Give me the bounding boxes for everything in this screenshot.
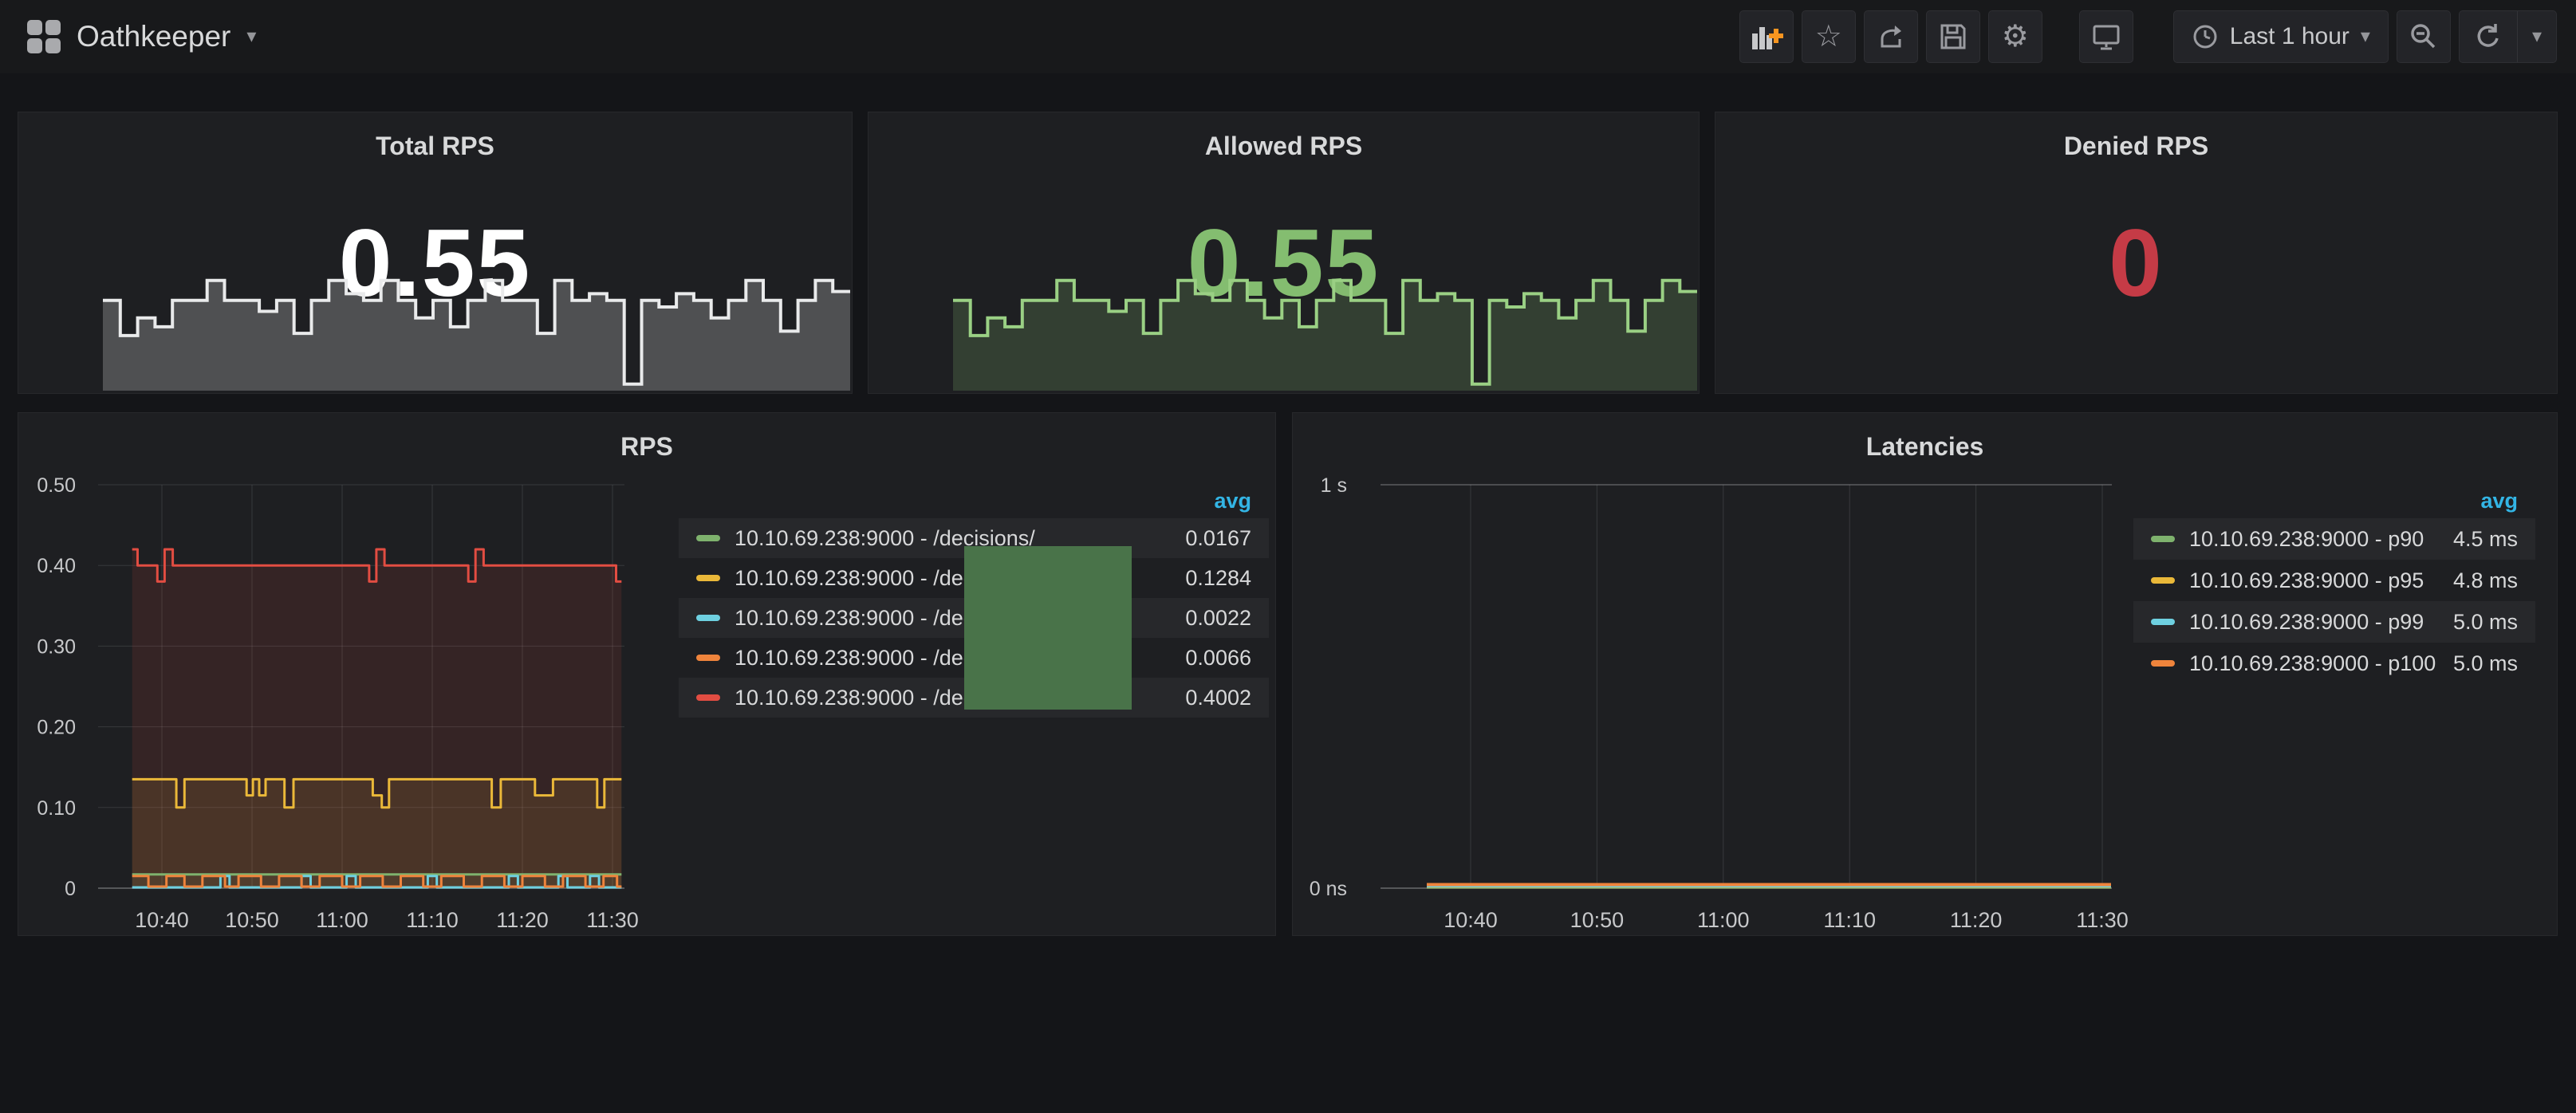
series-avg-value: 4.5 ms <box>2453 527 2518 552</box>
legend-item[interactable]: 10.10.69.238:9000 - p995.0 ms <box>2133 601 2535 643</box>
latencies-legend: avg 10.10.69.238:9000 - p904.5 ms10.10.6… <box>2133 483 2535 684</box>
panel-total-rps: Total RPS 0.55 <box>18 112 853 394</box>
dashboard-canvas: Total RPS 0.55 Allowed RPS 0.55 Denied R… <box>0 73 2576 1113</box>
panel-title[interactable]: Allowed RPS <box>869 132 1699 161</box>
chevron-down-icon: ▾ <box>246 27 256 46</box>
panel-allowed-rps: Allowed RPS 0.55 <box>868 112 1700 394</box>
svg-text:11:10: 11:10 <box>1823 908 1876 932</box>
legend-rows: 10.10.69.238:9000 - p904.5 ms10.10.69.23… <box>2133 518 2535 684</box>
svg-text:0: 0 <box>65 878 76 900</box>
svg-text:10:40: 10:40 <box>135 908 189 932</box>
legend-avg-header[interactable]: avg <box>679 483 1269 518</box>
svg-text:0.40: 0.40 <box>37 555 76 577</box>
chevron-down-icon: ▾ <box>2361 27 2370 46</box>
refresh-interval-dropdown[interactable]: ▾ <box>2517 11 2556 62</box>
save-icon <box>1938 22 1968 52</box>
legend-item[interactable]: 10.10.69.238:9000 - p1005.0 ms <box>2133 643 2535 684</box>
zoom-out-icon <box>2409 22 2439 52</box>
series-label: 10.10.69.238:9000 - p95 <box>2189 568 2453 593</box>
time-range-picker[interactable]: Last 1 hour ▾ <box>2173 10 2389 63</box>
series-color-dash <box>2151 619 2175 625</box>
svg-text:10:50: 10:50 <box>225 908 279 932</box>
share-icon <box>1876 22 1906 52</box>
panel-denied-rps: Denied RPS 0 <box>1715 112 2558 394</box>
svg-text:0.30: 0.30 <box>37 635 76 658</box>
allowed-rps-sparkline <box>953 269 1697 391</box>
panel-latencies-graph: Latencies 1 s0 ns10:4010:5011:0011:1011:… <box>1292 412 2558 936</box>
svg-text:0.50: 0.50 <box>37 474 76 497</box>
series-color-dash <box>696 694 720 701</box>
series-avg-value: 0.0167 <box>1185 526 1251 551</box>
time-range-label: Last 1 hour <box>2230 23 2350 50</box>
series-label: 10.10.69.238:9000 - p90 <box>2189 527 2453 552</box>
settings-button[interactable]: ⚙ <box>1988 10 2042 63</box>
zoom-out-button[interactable] <box>2397 10 2451 63</box>
svg-text:10:50: 10:50 <box>1570 908 1625 932</box>
refresh-icon <box>2474 22 2503 51</box>
svg-text:11:30: 11:30 <box>2076 908 2129 932</box>
panel-title[interactable]: Denied RPS <box>1715 132 2557 161</box>
series-label: 10.10.69.238:9000 - p99 <box>2189 610 2453 635</box>
add-panel-button[interactable] <box>1739 10 1794 63</box>
series-color-dash <box>696 535 720 541</box>
panel-rps-graph: RPS 0.500.400.300.200.10010:4010:5011:00… <box>18 412 1276 936</box>
gear-icon: ⚙ <box>2002 22 2029 52</box>
series-color-dash <box>2151 577 2175 584</box>
save-button[interactable] <box>1926 10 1980 63</box>
monitor-icon <box>2090 21 2122 53</box>
svg-text:11:20: 11:20 <box>496 908 549 932</box>
share-button[interactable] <box>1864 10 1918 63</box>
cycle-view-button[interactable] <box>2079 10 2133 63</box>
svg-text:0.10: 0.10 <box>37 797 76 820</box>
total-rps-sparkline <box>103 269 850 391</box>
add-panel-icon <box>1749 21 1784 53</box>
series-avg-value: 5.0 ms <box>2453 610 2518 635</box>
stat-value: 0 <box>1715 208 2557 318</box>
series-color-dash <box>696 575 720 581</box>
legend-item[interactable]: 10.10.69.238:9000 - p954.8 ms <box>2133 560 2535 601</box>
series-avg-value: 0.4002 <box>1185 686 1251 710</box>
svg-text:0 ns: 0 ns <box>1310 878 1347 900</box>
svg-text:11:20: 11:20 <box>1950 908 2003 932</box>
series-avg-value: 0.0022 <box>1185 606 1251 631</box>
svg-text:11:00: 11:00 <box>1697 908 1750 932</box>
dashboard-grid-icon <box>27 20 61 53</box>
panel-title[interactable]: Total RPS <box>18 132 852 161</box>
series-color-dash <box>2151 536 2175 542</box>
svg-text:1 s: 1 s <box>1321 474 1347 497</box>
dashboard-picker[interactable]: Oathkeeper ▾ <box>19 15 264 58</box>
svg-text:10:40: 10:40 <box>1444 908 1498 932</box>
navbar: Oathkeeper ▾ ☆ ⚙ <box>0 0 2576 73</box>
series-avg-value: 5.0 ms <box>2453 651 2518 676</box>
series-avg-value: 4.8 ms <box>2453 568 2518 593</box>
clock-icon <box>2192 23 2219 50</box>
svg-text:11:30: 11:30 <box>586 908 639 932</box>
series-label: 10.10.69.238:9000 - p100 <box>2189 651 2453 676</box>
series-avg-value: 0.1284 <box>1185 566 1251 591</box>
series-color-dash <box>696 655 720 661</box>
chevron-down-icon: ▾ <box>2532 27 2542 46</box>
dashboard-title: Oathkeeper <box>77 20 230 53</box>
legend-avg-header[interactable]: avg <box>2133 483 2535 518</box>
legend-overlay-box <box>964 546 1132 710</box>
refresh-button-group: ▾ <box>2459 10 2557 63</box>
svg-text:11:00: 11:00 <box>316 908 368 932</box>
star-icon: ☆ <box>1815 22 1842 52</box>
series-color-dash <box>696 615 720 621</box>
svg-text:0.20: 0.20 <box>37 717 76 739</box>
star-button[interactable]: ☆ <box>1802 10 1856 63</box>
series-color-dash <box>2151 660 2175 667</box>
series-avg-value: 0.0066 <box>1185 646 1251 671</box>
legend-item[interactable]: 10.10.69.238:9000 - p904.5 ms <box>2133 518 2535 560</box>
svg-text:11:10: 11:10 <box>406 908 459 932</box>
refresh-button[interactable] <box>2460 11 2517 62</box>
